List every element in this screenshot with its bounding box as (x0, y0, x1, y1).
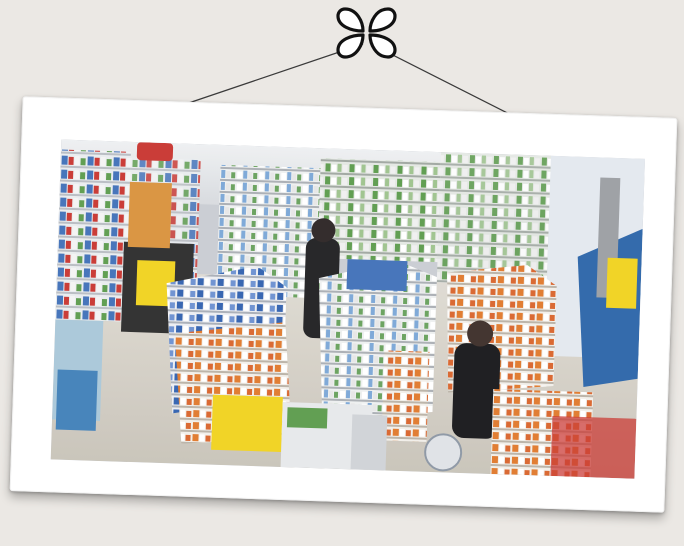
store-photo (50, 139, 645, 479)
four-petal-flower-icon (336, 7, 397, 59)
pharmacy-interior-illustration (50, 139, 645, 479)
picture-scene (0, 0, 684, 546)
photo-frame (9, 96, 678, 513)
photo-haze (50, 139, 645, 479)
